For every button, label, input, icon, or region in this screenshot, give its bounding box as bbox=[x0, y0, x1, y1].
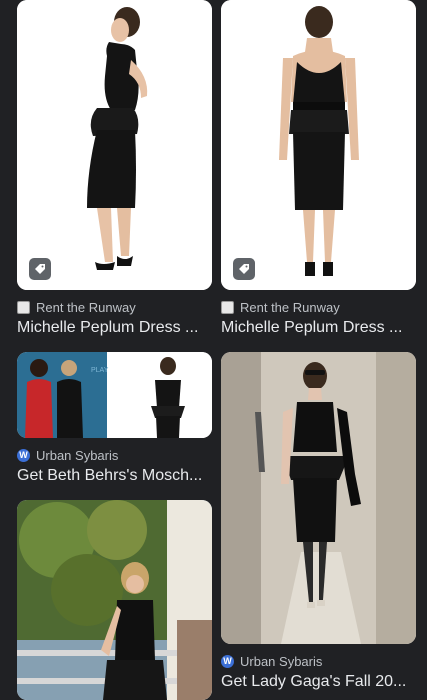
source-name: Urban Sybaris bbox=[36, 447, 119, 463]
dress-photo-side-view bbox=[17, 0, 212, 290]
outdoor-dress-photo bbox=[17, 500, 212, 700]
image-result-card[interactable]: Rent the Runway Michelle Peplum Dress ..… bbox=[221, 0, 416, 341]
image-result-card[interactable]: W Urban Sybaris Get Lady Gaga's Fall 20.… bbox=[221, 352, 416, 695]
photo-text: PLAY bbox=[91, 367, 109, 374]
result-title[interactable]: Get Lady Gaga's Fall 20... bbox=[221, 673, 416, 695]
result-thumbnail[interactable] bbox=[17, 500, 212, 700]
wordpress-icon: W bbox=[17, 448, 30, 462]
generic-page-icon bbox=[221, 300, 234, 314]
result-thumbnail[interactable] bbox=[221, 352, 416, 644]
result-source[interactable]: Rent the Runway bbox=[17, 298, 212, 316]
red-carpet-photo: PLAY bbox=[17, 352, 212, 438]
result-source[interactable]: W Urban Sybaris bbox=[17, 446, 212, 464]
result-title[interactable]: Get Beth Behrs's Mosch... bbox=[17, 467, 212, 489]
result-thumbnail[interactable] bbox=[17, 0, 212, 290]
source-name: Rent the Runway bbox=[36, 299, 136, 315]
results-column-right: Rent the Runway Michelle Peplum Dress ..… bbox=[221, 0, 416, 695]
image-result-card[interactable]: PLAY W Urban Sybaris Get Beth Behrs's Mo… bbox=[17, 352, 212, 489]
image-result-card[interactable]: Rent the Runway Michelle Peplum Dress ..… bbox=[17, 0, 212, 341]
dress-photo-back-view bbox=[221, 0, 416, 290]
result-title[interactable]: Michelle Peplum Dress ... bbox=[17, 319, 212, 341]
image-result-card[interactable] bbox=[17, 500, 212, 700]
runway-photo bbox=[221, 352, 416, 644]
generic-page-icon bbox=[17, 300, 30, 314]
source-name: Urban Sybaris bbox=[240, 653, 323, 669]
result-source[interactable]: W Urban Sybaris bbox=[221, 652, 416, 670]
wordpress-icon: W bbox=[221, 654, 234, 668]
shopping-tag-icon bbox=[233, 258, 255, 280]
result-thumbnail[interactable] bbox=[221, 0, 416, 290]
result-source[interactable]: Rent the Runway bbox=[221, 298, 416, 316]
source-name: Rent the Runway bbox=[240, 299, 340, 315]
results-column-left: Rent the Runway Michelle Peplum Dress ..… bbox=[17, 0, 212, 700]
shopping-tag-icon bbox=[29, 258, 51, 280]
result-thumbnail[interactable]: PLAY bbox=[17, 352, 212, 438]
result-title[interactable]: Michelle Peplum Dress ... bbox=[221, 319, 416, 341]
